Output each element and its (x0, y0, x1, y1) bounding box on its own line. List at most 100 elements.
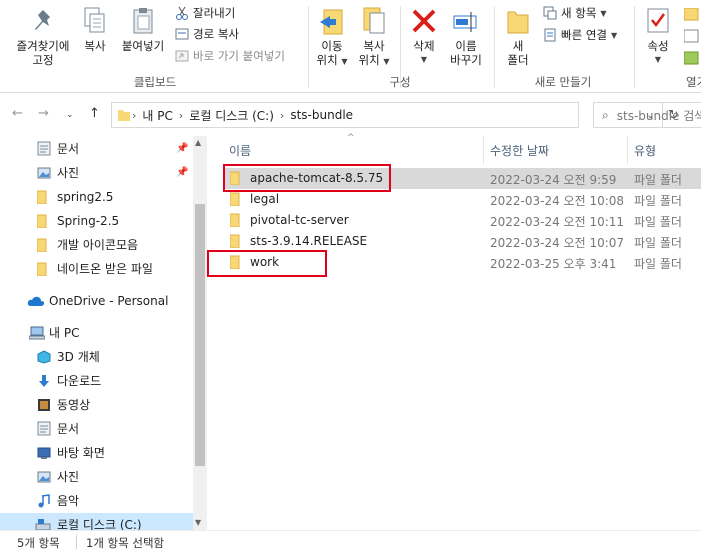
paste-shortcut-icon (175, 50, 189, 62)
file-modified: 2022-03-24 오전 10:08 (490, 194, 625, 208)
nav-item-desktop[interactable]: 바탕 화면 (0, 441, 194, 464)
copy-label: 복사 (84, 39, 106, 53)
paste-label: 붙여넣기 (121, 39, 165, 53)
copy-path-button[interactable]: 경로 복사 (175, 26, 239, 42)
scrollbar-thumb[interactable] (195, 204, 205, 466)
properties-button[interactable]: 속성 ▼ (638, 6, 678, 67)
organize-group-label: 구성 (389, 75, 411, 89)
nav-item-spring-2-5[interactable]: Spring-2.5 (0, 209, 194, 232)
chevron-down-icon: ▼ (420, 55, 428, 64)
column-divider[interactable] (483, 136, 484, 164)
paste-shortcut-button[interactable]: 바로 가기 붙여넣기 (175, 48, 285, 64)
documents-icon (37, 141, 51, 156)
cut-button[interactable]: 잘라내기 (175, 5, 235, 21)
nav-item-label: 3D 개체 (57, 350, 100, 364)
file-modified: 2022-03-25 오후 3:41 (490, 257, 617, 271)
easy-access-button[interactable]: 빠른 연결 ▼ (543, 27, 617, 43)
navigation-scrollbar[interactable]: ▲ ▼ (193, 136, 207, 530)
back-button[interactable]: ← (12, 106, 23, 121)
nav-item-onedrive[interactable]: OneDrive - Personal (0, 289, 194, 312)
column-divider[interactable] (627, 136, 628, 164)
column-header-modified[interactable]: 수정한 날짜 (490, 142, 549, 159)
copy-button[interactable]: 복사 (78, 6, 112, 53)
nav-item-music[interactable]: 음악 (0, 489, 194, 512)
new-folder-icon (507, 11, 529, 34)
nav-item-pictures[interactable]: 사진 📌 (0, 161, 194, 184)
pin-icon[interactable]: 📌 (176, 167, 188, 178)
videos-icon (38, 398, 50, 411)
recent-locations-button[interactable]: ⌄ (66, 110, 74, 120)
status-selected-count: 1개 항목 선택함 (86, 536, 165, 550)
downloads-icon (39, 374, 49, 387)
new-folder-button[interactable]: 새 폴더 (498, 6, 538, 67)
local-disk-icon (35, 518, 51, 530)
file-row-sts-release[interactable]: sts-3.9.14.RELEASE 2022-03-24 오전 10:07 파… (224, 231, 701, 252)
file-row-legal[interactable]: legal 2022-03-24 오전 10:08 파일 폴더 (224, 189, 701, 210)
file-name: apache-tomcat-8.5.75 (250, 171, 384, 185)
nav-item-videos[interactable]: 동영상 (0, 393, 194, 416)
nav-item-documents-pc[interactable]: 문서 (0, 417, 194, 440)
file-name: work (250, 255, 280, 269)
delete-x-icon (412, 9, 436, 33)
delete-button[interactable]: 삭제 ▼ (404, 6, 444, 67)
rename-button[interactable]: 이름 바꾸기 (444, 6, 488, 67)
copy-to-button[interactable]: 복사 위치 ▼ (354, 6, 394, 69)
folder-icon (230, 171, 240, 185)
scroll-down-icon[interactable]: ▼ (195, 518, 201, 527)
pin-icon (35, 10, 50, 30)
breadcrumb-separator-icon[interactable]: › (132, 109, 136, 122)
nav-item-pictures-pc[interactable]: 사진 (0, 465, 194, 488)
search-icon: ⌕ (602, 107, 609, 122)
nav-item-label: 네이트온 받은 파일 (57, 262, 153, 276)
chevron-down-icon: ▼ (383, 57, 390, 66)
column-header-name[interactable]: 이름 (229, 142, 251, 159)
rename-label-line2: 바꾸기 (450, 53, 482, 67)
status-divider (76, 535, 77, 549)
nav-item-downloads[interactable]: 다운로드 (0, 369, 194, 392)
file-list: ^ 이름 수정한 날짜 유형 apache-tomcat-8.5.75 2022… (207, 133, 701, 530)
nav-item-local-disk[interactable]: 로컬 디스크 (C:) (0, 513, 194, 530)
copy-to-icon (363, 7, 385, 34)
nav-item-spring25[interactable]: spring2.5 (0, 185, 194, 208)
pin-to-quick-access-button[interactable]: 즐겨찾기에 고정 (8, 8, 78, 67)
breadcrumb-this-pc[interactable]: 내 PC (142, 107, 172, 124)
nav-item-this-pc[interactable]: 내 PC (0, 321, 194, 344)
nav-item-label: 바탕 화면 (57, 446, 105, 460)
nav-item-label: OneDrive - Personal (49, 293, 169, 308)
nav-item-nateon-files[interactable]: 네이트온 받은 파일 (0, 257, 194, 280)
file-row-pivotal-tc-server[interactable]: pivotal-tc-server 2022-03-24 오전 10:11 파일… (224, 210, 701, 231)
new-item-button[interactable]: 새 항목 ▼ (543, 5, 607, 21)
up-button[interactable]: ↑ (89, 106, 100, 121)
navigation-pane: 문서 📌 사진 📌 spring2.5 Spring-2.5 개발 아이콘모음 … (0, 136, 206, 530)
paste-button[interactable]: 붙여넣기 (116, 6, 170, 53)
column-header-type[interactable]: 유형 (634, 142, 656, 159)
new-folder-label-line2: 폴더 (507, 53, 529, 67)
documents-icon (37, 421, 51, 436)
address-bar[interactable]: › 내 PC › 로컬 디스크 (C:) › sts-bundle ⌄ ↻ (111, 102, 679, 128)
pictures-icon (37, 167, 51, 178)
search-input[interactable]: ⌕ sts-bundle 검색 (593, 102, 701, 128)
nav-item-label: 문서 (57, 142, 80, 156)
file-name: sts-3.9.14.RELEASE (250, 234, 368, 248)
file-modified: 2022-03-24 오전 10:11 (490, 215, 625, 229)
nav-item-documents[interactable]: 문서 📌 (0, 137, 194, 160)
nav-item-3d-objects[interactable]: 3D 개체 (0, 345, 194, 368)
status-item-count: 5개 항목 (17, 536, 60, 550)
breadcrumb-sts-bundle[interactable]: sts-bundle (290, 108, 353, 122)
rename-label-line1: 이름 (455, 39, 477, 53)
3d-objects-icon (37, 349, 51, 364)
file-row-apache-tomcat[interactable]: apache-tomcat-8.5.75 2022-03-24 오전 9:59 … (224, 168, 701, 189)
nav-item-dev-icons[interactable]: 개발 아이콘모음 (0, 233, 194, 256)
move-to-button[interactable]: 이동 위치 ▼ (312, 6, 352, 69)
breadcrumb-separator-icon[interactable]: › (280, 109, 284, 122)
breadcrumb-separator-icon[interactable]: › (179, 109, 183, 122)
copy-path-icon (175, 28, 189, 40)
breadcrumb-local-disk[interactable]: 로컬 디스크 (C:) (189, 107, 274, 124)
scroll-up-icon[interactable]: ▲ (195, 138, 201, 147)
file-row-work[interactable]: work 2022-03-25 오후 3:41 파일 폴더 (224, 252, 701, 273)
new-item-icon (543, 6, 557, 20)
easy-access-icon (544, 28, 556, 42)
forward-button[interactable]: → (38, 106, 49, 121)
pin-icon[interactable]: 📌 (176, 143, 188, 154)
chevron-down-icon: ▼ (654, 55, 662, 64)
